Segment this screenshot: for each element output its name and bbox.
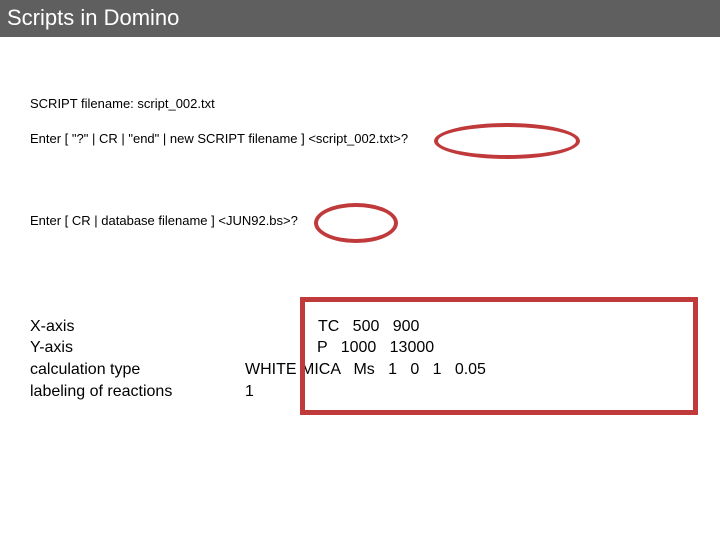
console-line-script-prompt: Enter [ "?" | CR | "end" | new SCRIPT fi… <box>30 131 409 146</box>
console-line-database-prompt: Enter [ CR | database filename ] <JUN92.… <box>30 213 298 228</box>
setting-label-y-axis: Y-axis <box>30 339 73 356</box>
settings-highlight-box <box>300 297 698 415</box>
setting-value-labeling: 1 <box>245 383 254 400</box>
slide-title: Scripts in Domino <box>7 5 180 30</box>
setting-label-x-axis: X-axis <box>30 318 75 335</box>
setting-label-labeling: labeling of reactions <box>30 383 173 400</box>
setting-label-calculation-type: calculation type <box>30 361 141 378</box>
input-highlight-ellipse-script <box>434 123 580 159</box>
console-line-script-filename: SCRIPT filename: script_002.txt <box>30 96 215 111</box>
input-highlight-ellipse-database <box>314 203 398 243</box>
title-bar: Scripts in Domino <box>0 0 720 37</box>
